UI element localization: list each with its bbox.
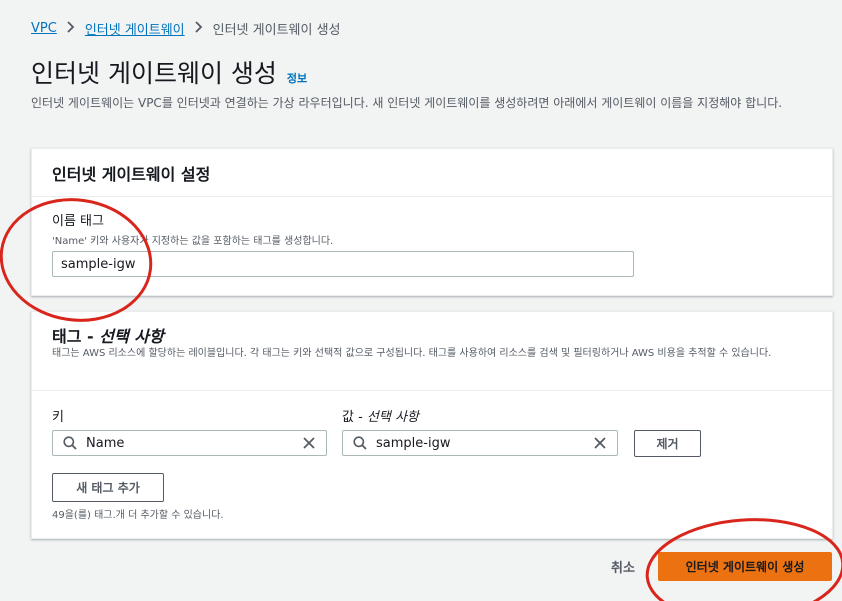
breadcrumb-link-vpc[interactable]: VPC [31,21,57,36]
breadcrumb: VPC 인터넷 게이트웨이 인터넷 게이트웨이 생성 [31,19,341,38]
panel-header: 태그 - 선택 사항 태그는 AWS 리소스에 할당하는 레이블입니다. 각 태… [32,312,832,391]
name-tag-label: 이름 태그 [52,214,104,229]
name-tag-input[interactable]: sample-igw [52,251,634,277]
name-tag-description: 'Name' 키와 사용자가 지정하는 값을 포함하는 태그를 생성합니다. [52,236,334,247]
remove-tag-button[interactable]: 제거 [634,430,701,457]
breadcrumb-current: 인터넷 게이트웨이 생성 [212,23,341,38]
value-label-optional: 선택 사항 [366,410,419,425]
panel-title: 인터넷 게이트웨이 설정 [52,165,211,184]
tag-value-value: sample-igw [376,435,451,451]
page-title: 인터넷 게이트웨이 생성 [31,59,277,88]
create-internet-gateway-button[interactable]: 인터넷 게이트웨이 생성 [658,552,832,581]
name-tag-input-value: sample-igw [61,256,136,272]
search-icon [62,435,78,451]
value-column-label: 값 - 선택 사항 [342,406,419,425]
tags-description: 태그는 AWS 리소스에 할당하는 레이블입니다. 각 태그는 키와 선택적 값… [52,348,772,359]
internet-gateway-settings-panel: 인터넷 게이트웨이 설정 이름 태그 'Name' 키와 사용자가 지정하는 값… [31,148,833,296]
key-column-label: 키 [52,410,64,425]
info-link[interactable]: 정보 [287,70,307,86]
tags-title-main: 태그 - [52,327,100,346]
chevron-right-icon [67,20,75,37]
close-icon[interactable] [592,435,608,451]
panel-header: 인터넷 게이트웨이 설정 [32,149,832,197]
cancel-button[interactable]: 취소 [611,557,635,576]
chevron-right-icon [194,20,203,37]
title-row: 인터넷 게이트웨이 생성 정보 [31,54,307,90]
tag-key-input[interactable]: Name [52,430,327,456]
tag-limit-text: 49을(를) 태그.개 더 추가할 수 있습니다. [52,510,224,521]
tags-panel: 태그 - 선택 사항 태그는 AWS 리소스에 할당하는 레이블입니다. 각 태… [31,311,833,539]
close-icon[interactable] [301,435,317,451]
panel-title: 태그 - 선택 사항 [52,323,164,347]
value-label-main: 값 - [342,410,367,425]
breadcrumb-link-internet-gateways[interactable]: 인터넷 게이트웨이 [85,19,185,38]
add-new-tag-button[interactable]: 새 태그 추가 [52,473,164,502]
tag-key-value: Name [86,435,125,451]
tag-value-input[interactable]: sample-igw [342,430,618,456]
tags-title-optional: 선택 사항 [99,327,164,346]
search-icon [352,435,368,451]
page-description: 인터넷 게이트웨이는 VPC를 인터넷과 연결하는 가상 라우터입니다. 새 인… [31,96,783,110]
